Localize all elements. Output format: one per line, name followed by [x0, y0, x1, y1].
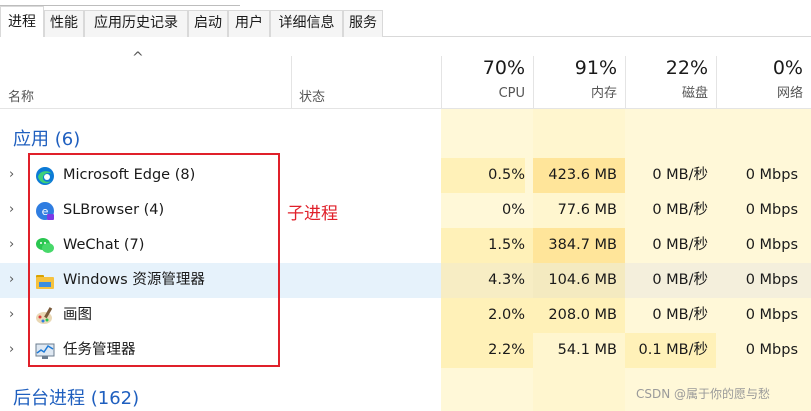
tab-performance[interactable]: 性能 [44, 10, 84, 37]
disk-value: 0 MB/秒 [652, 202, 708, 218]
network-value: 0 Mbps [745, 237, 798, 253]
network-value: 0 Mbps [745, 202, 798, 218]
network-column-header[interactable]: 0% 网络 [716, 56, 811, 108]
disk-percent: 22% [665, 57, 708, 79]
memory-value: 384.7 MB [533, 228, 625, 263]
tab-users[interactable]: 用户 [228, 10, 270, 37]
cpu-percent: 70% [482, 57, 525, 79]
network-value: 0 Mbps [745, 342, 798, 358]
network-value: 0 Mbps [716, 263, 811, 298]
tab-processes[interactable]: 进程 [0, 6, 44, 37]
chevron-right-icon[interactable]: › [9, 167, 21, 183]
status-column-header[interactable]: 状态 [299, 86, 325, 105]
tab-bar: 进程 性能 应用历史记录 启动 用户 详细信息 服务 [0, 0, 811, 37]
cpu-value: 1.5% [441, 228, 533, 263]
name-column-header[interactable]: 名称 [8, 86, 34, 105]
memory-column-header[interactable]: 91% 内存 [533, 56, 625, 108]
network-label: 网络 [776, 86, 803, 101]
chevron-right-icon[interactable]: › [9, 237, 21, 253]
chevron-right-icon[interactable]: › [9, 202, 21, 218]
column-separator [291, 56, 292, 108]
disk-value: 0.1 MB/秒 [625, 333, 716, 368]
cpu-label: CPU [498, 86, 525, 101]
cpu-value: 2.2% [441, 333, 533, 368]
sort-arrow-icon[interactable]: ^ [132, 50, 144, 66]
chevron-right-icon[interactable]: › [9, 307, 21, 323]
disk-column-header[interactable]: 22% 磁盘 [625, 56, 716, 108]
tab-startup[interactable]: 启动 [188, 10, 228, 37]
tab-details[interactable]: 详细信息 [270, 10, 343, 37]
network-value: 0 Mbps [745, 307, 798, 323]
tab-app-history[interactable]: 应用历史记录 [84, 10, 188, 37]
memory-value: 77.6 MB [557, 202, 617, 218]
cpu-value: 2.0% [441, 298, 533, 333]
chevron-right-icon[interactable]: › [9, 342, 21, 358]
group-heading-apps[interactable]: 应用 (6) [13, 125, 80, 151]
cpu-value: 4.3% [441, 263, 533, 298]
cpu-value: 0% [501, 202, 525, 218]
disk-value: 0 MB/秒 [652, 307, 708, 323]
memory-value: 104.6 MB [533, 263, 625, 298]
cpu-column-header[interactable]: 70% CPU [441, 56, 533, 108]
disk-value: 0 MB/秒 [625, 263, 716, 298]
network-value: 0 Mbps [745, 167, 798, 183]
header-divider [0, 108, 811, 109]
annotation-box [28, 153, 280, 367]
group-heading-background[interactable]: 后台进程 (162) [13, 384, 139, 410]
network-percent: 0% [772, 57, 803, 79]
memory-label: 内存 [590, 86, 617, 101]
memory-value: 54.1 MB [557, 342, 617, 358]
memory-value: 208.0 MB [533, 298, 625, 333]
disk-label: 磁盘 [681, 86, 708, 101]
memory-value: 423.6 MB [533, 158, 625, 193]
disk-value: 0 MB/秒 [652, 167, 708, 183]
tab-services[interactable]: 服务 [343, 10, 383, 37]
annotation-label: 子进程 [287, 204, 338, 224]
disk-value: 0 MB/秒 [652, 237, 708, 253]
chevron-right-icon[interactable]: › [9, 272, 21, 288]
watermark: CSDN @属于你的愿与愁 [636, 387, 771, 401]
cpu-value: 0.5% [441, 158, 525, 193]
memory-percent: 91% [574, 57, 617, 79]
